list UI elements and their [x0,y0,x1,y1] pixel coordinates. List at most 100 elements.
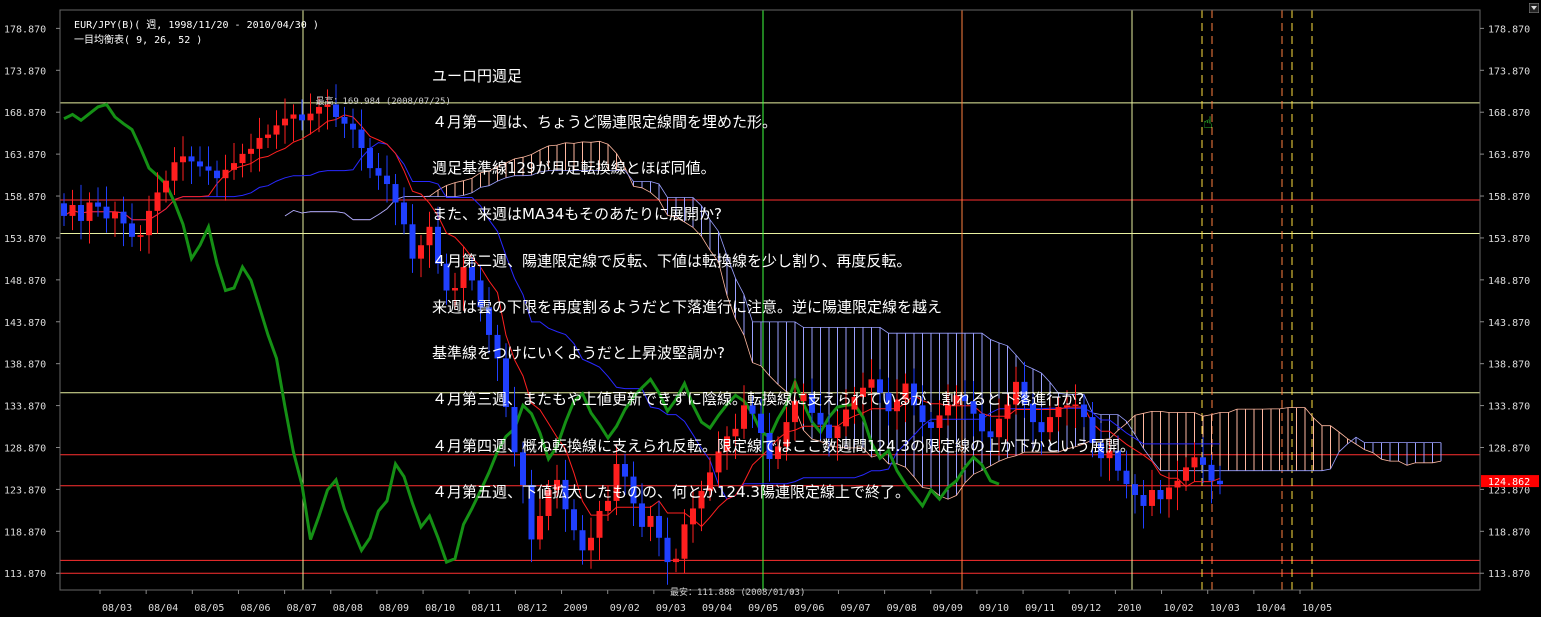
candle-body [188,156,195,162]
y-tick-label: 163.870 [1488,150,1530,161]
candle-body [163,180,169,193]
y-tick-label: 148.870 [4,276,46,287]
note-line: 来週は雲の下限を再度割るようだと下落進行に注意。逆に陽連限定線を越え [432,297,943,316]
x-tick-label: 2010 [1117,603,1141,614]
candle-body [78,204,84,221]
candle-body [1174,480,1181,488]
candle-body [197,161,203,167]
candle-body [681,524,688,559]
y-tick-label: 163.870 [4,150,46,161]
x-tick-label: 09/11 [1025,603,1055,614]
x-tick-label: 09/02 [610,603,640,614]
y-tick-label: 178.870 [1488,24,1530,35]
candle-body [1140,495,1147,506]
note-line: また、来週はMA34もそのあたりに展開か? [432,205,722,224]
x-tick-label: 09/06 [794,603,824,614]
y-tick-label: 143.870 [1488,318,1530,329]
candle-body [214,170,220,179]
last-price-label: 124.862 [1488,477,1530,488]
candle-body [205,166,212,171]
x-tick-label: 09/08 [887,603,917,614]
y-tick-label: 143.870 [4,318,46,329]
x-tick-label: 09/04 [702,603,732,614]
x-tick-label: 08/09 [379,603,409,614]
x-tick-label: 08/12 [517,603,547,614]
x-tick-label: 09/07 [840,603,870,614]
note-line: ４月第二週、陽連限定線で反転、下値は転換線を少し割り、再度反転。 [432,251,912,270]
candle-body [265,134,271,138]
candle-body [367,147,373,169]
candle-body [316,106,322,114]
candle-body [171,162,178,181]
note-line: ４月第五週、下値拡大したものの、何とか124.3陽連限定線上で終了。 [432,482,910,501]
y-tick-label: 168.870 [4,108,46,119]
note-line: ユーロ円週足 [432,66,523,85]
candle-body [1200,457,1206,465]
note-line: ４月第一週は、ちょうど陽連限定線間を埋めた形。 [432,113,778,132]
y-tick-label: 133.870 [1488,402,1530,413]
candle-body [1208,464,1215,481]
y-tick-label: 138.870 [1488,360,1530,371]
note-line: ４月第四週、概ね転換線に支えられ反転。限定線ではここ数週間124.3の限定線の上… [432,436,1135,455]
low-label: 最安：111.888 (2008/01/03) [670,586,805,598]
y-tick-label: 113.870 [4,569,46,580]
y-tick-label: 158.870 [4,192,46,203]
candle-body [256,137,263,149]
candle-body [307,113,314,121]
x-tick-label: 10/03 [1210,603,1240,614]
candle-body [647,515,654,527]
candle-body [418,245,424,259]
candle-body [350,123,356,130]
candle-body [341,116,348,124]
candle-body [588,537,594,551]
x-tick-label: 10/05 [1302,603,1332,614]
x-tick-label: 08/10 [425,603,455,614]
y-tick-label: 118.870 [1488,527,1530,538]
x-tick-label: 08/06 [240,603,270,614]
candle-body [401,202,407,225]
candle-body [1157,489,1164,500]
x-tick-label: 08/04 [148,603,178,614]
candle-body [673,558,679,563]
x-tick-label: 09/12 [1071,603,1101,614]
candle-body [1166,487,1172,500]
symbol-label: EUR/JPY(B)( 週, 1998/11/20 - 2010/04/30 ) [74,20,319,31]
x-tick-label: 09/10 [979,603,1009,614]
candle-body [222,169,229,179]
candle-body [537,515,543,540]
y-tick-label: 158.870 [1488,192,1530,203]
candle-body [180,156,186,163]
candle-body [384,175,390,185]
candle-body [282,118,288,126]
x-tick-label: 09/09 [933,603,963,614]
candle-body [1183,467,1189,481]
high-label: 最高：169.984 (2008/07/25) [316,95,451,107]
candle-body [409,224,416,259]
y-tick-label: 173.870 [1488,66,1530,77]
candle-body [69,204,76,216]
hand-cursor-icon: ☝ [1203,113,1213,132]
candle-body [86,202,93,221]
candle-body [290,114,297,119]
candle-body [231,163,237,170]
candle-body [95,202,101,207]
candle-body [154,192,161,211]
candle-body [656,515,662,538]
chart-menu-icon[interactable] [1529,3,1539,13]
candle-body [579,530,586,551]
y-tick-label: 168.870 [1488,108,1530,119]
x-tick-label: 08/05 [194,603,224,614]
x-tick-label: 10/02 [1164,603,1194,614]
candle-body [103,206,110,219]
candle-body [1149,489,1155,506]
x-tick-label: 08/07 [287,603,317,614]
commentary-note: ユーロ円週足 ４月第一週は、ちょうど陽連限定線間を埋めた形。 週足基準線129が… [432,38,1135,516]
y-tick-label: 153.870 [1488,234,1530,245]
candle-body [129,223,135,237]
y-tick-label: 153.870 [4,234,46,245]
candle-body [137,235,144,237]
candle-body [1217,480,1223,485]
candle-body [1191,457,1198,468]
candle-body [299,114,305,121]
candle-body [112,211,118,219]
